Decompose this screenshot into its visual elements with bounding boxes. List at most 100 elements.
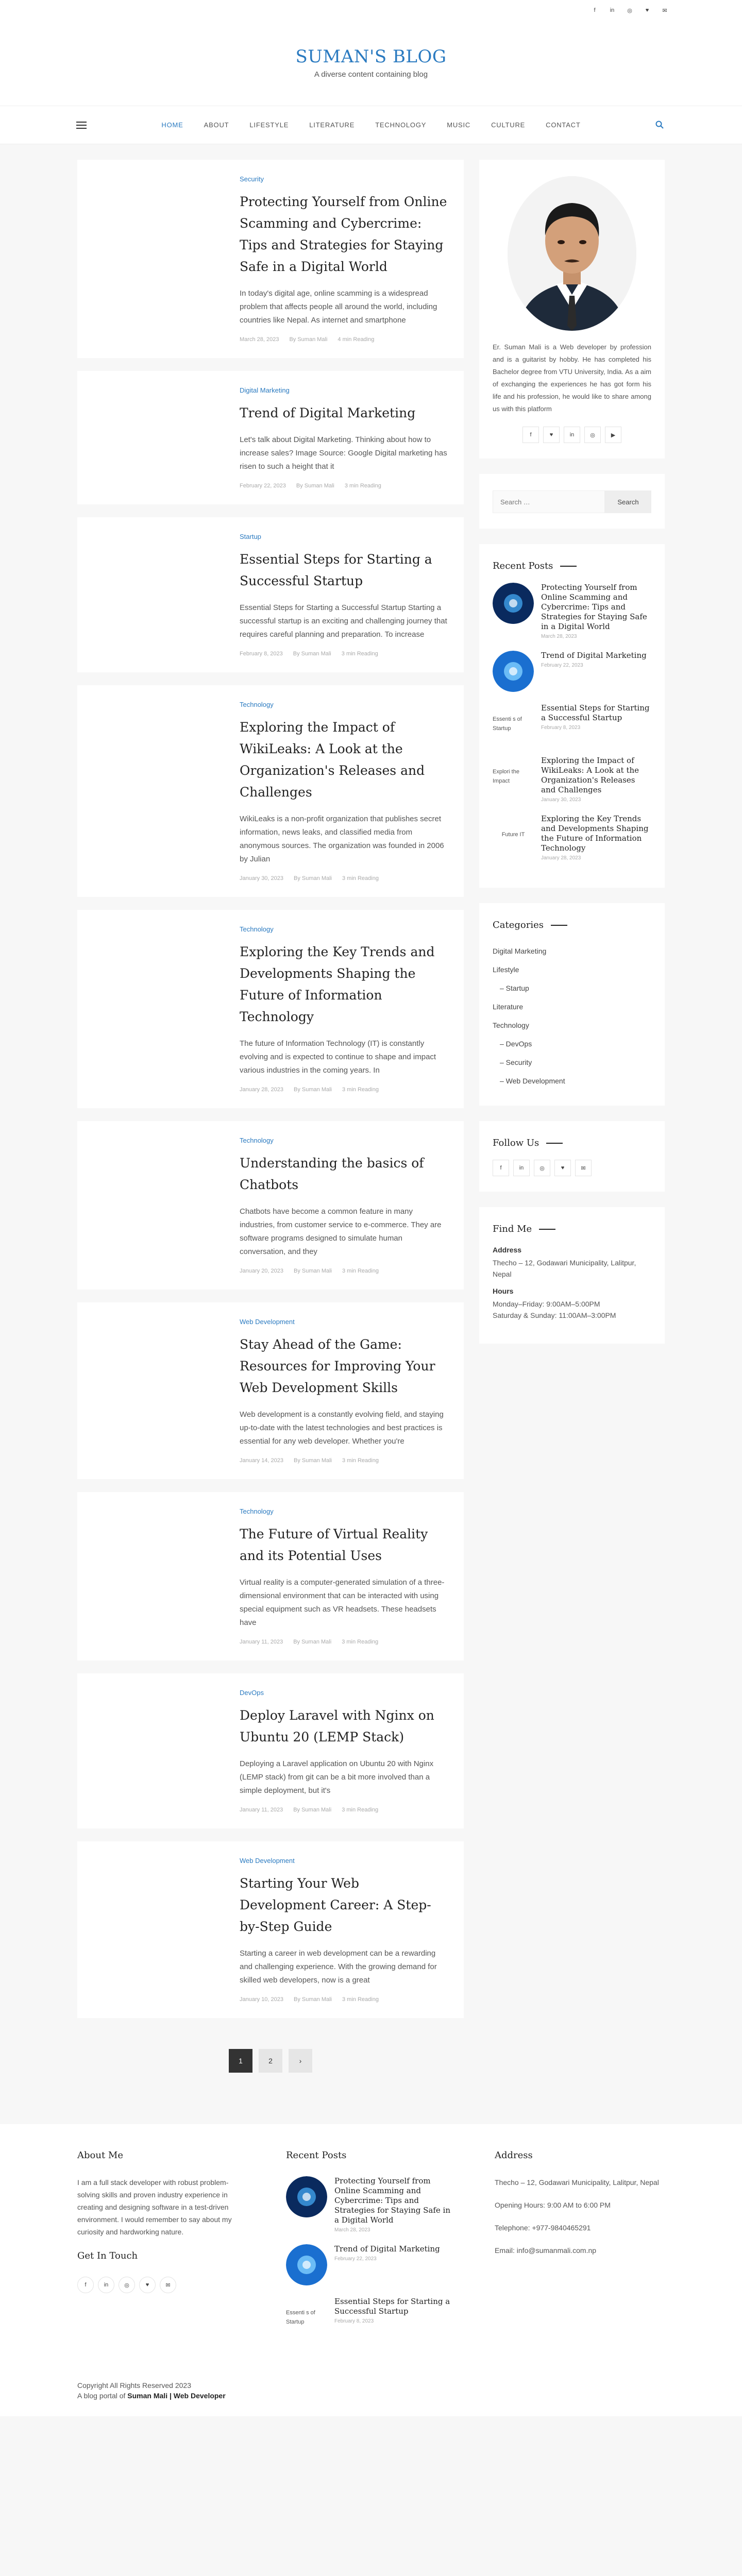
post-author[interactable]: By Suman Mali [293, 1639, 331, 1645]
nav-item-culture[interactable]: CULTURE [481, 121, 535, 129]
page-button-2[interactable]: 2 [259, 2049, 282, 2073]
post-category[interactable]: Technology [240, 701, 448, 708]
facebook-icon[interactable]: f [493, 1160, 509, 1176]
instagram-icon[interactable]: ◎ [534, 1160, 550, 1176]
recent-post-thumbnail[interactable] [286, 2176, 327, 2217]
post-category[interactable]: Digital Marketing [240, 386, 448, 394]
post-author[interactable]: By Suman Mali [294, 1087, 332, 1093]
nav-item-contact[interactable]: CONTACT [535, 121, 591, 129]
recent-post-thumbnail[interactable] [286, 2244, 327, 2285]
recent-post-thumbnail[interactable]: Essenti s of Startup [286, 2297, 327, 2338]
post-title[interactable]: Essential Steps for Starting a Successfu… [240, 549, 448, 592]
facebook-icon[interactable]: f [522, 427, 539, 443]
post-author[interactable]: By Suman Mali [294, 875, 332, 882]
post-category[interactable]: Technology [240, 1137, 448, 1144]
category-link[interactable]: – Security [493, 1053, 651, 1072]
post-thumbnail[interactable] [93, 386, 240, 489]
post-thumbnail[interactable] [93, 533, 240, 657]
youtube-icon[interactable]: ▶ [605, 427, 621, 443]
linkedin-icon[interactable]: in [513, 1160, 530, 1176]
post-category[interactable]: Web Development [240, 1857, 448, 1865]
twitter-icon[interactable]: ♥ [642, 5, 652, 15]
post-author[interactable]: By Suman Mali [294, 1996, 332, 2003]
page-button-1[interactable]: 1 [229, 2049, 252, 2073]
post-title[interactable]: Deploy Laravel with Nginx on Ubuntu 20 (… [240, 1705, 448, 1748]
post-category[interactable]: Security [240, 175, 448, 183]
post-author[interactable]: By Suman Mali [294, 1268, 332, 1274]
nav-item-technology[interactable]: TECHNOLOGY [365, 121, 436, 129]
recent-post-title[interactable]: Trend of Digital Marketing [541, 651, 647, 660]
category-link[interactable]: – DevOps [493, 1035, 651, 1053]
post-category[interactable]: Startup [240, 533, 448, 540]
twitter-icon[interactable]: ♥ [543, 427, 560, 443]
post-title[interactable]: Protecting Yourself from Online Scamming… [240, 191, 448, 278]
post-author[interactable]: By Suman Mali [293, 1807, 331, 1813]
mail-icon[interactable]: ✉ [160, 2277, 176, 2293]
recent-post-thumbnail[interactable]: Future IT [493, 814, 534, 855]
post-thumbnail[interactable] [93, 175, 240, 343]
post-title[interactable]: The Future of Virtual Reality and its Po… [240, 1523, 448, 1567]
post-title[interactable]: Understanding the basics of Chatbots [240, 1153, 448, 1196]
search-icon[interactable] [655, 121, 664, 129]
recent-post-title[interactable]: Exploring the Key Trends and Development… [541, 814, 651, 853]
post-thumbnail[interactable] [93, 1857, 240, 2003]
post-author[interactable]: By Suman Mali [289, 336, 327, 343]
post-thumbnail[interactable] [93, 925, 240, 1093]
category-link[interactable]: – Startup [493, 979, 651, 997]
linkedin-icon[interactable]: in [98, 2277, 114, 2293]
recent-post-title[interactable]: Essential Steps for Starting a Successfu… [334, 2297, 456, 2316]
recent-post-thumbnail[interactable]: Explori the Impact [493, 756, 534, 797]
post-author[interactable]: By Suman Mali [293, 651, 331, 657]
post-thumbnail[interactable] [93, 1507, 240, 1645]
recent-post-thumbnail[interactable] [493, 651, 534, 692]
recent-post-title[interactable]: Protecting Yourself from Online Scamming… [334, 2176, 456, 2225]
post-category[interactable]: Technology [240, 925, 448, 933]
post-title[interactable]: Exploring the Impact of WikiLeaks: A Loo… [240, 717, 448, 803]
post-category[interactable]: DevOps [240, 1689, 448, 1697]
recent-post-thumbnail[interactable] [493, 583, 534, 624]
post-author[interactable]: By Suman Mali [296, 483, 334, 489]
hamburger-menu-icon[interactable] [76, 122, 87, 131]
post-category[interactable]: Technology [240, 1507, 448, 1515]
recent-post-title[interactable]: Protecting Yourself from Online Scamming… [541, 583, 651, 632]
post-thumbnail[interactable] [93, 1318, 240, 1464]
instagram-icon[interactable]: ◎ [119, 2277, 135, 2293]
mail-icon[interactable]: ✉ [575, 1160, 592, 1176]
mail-icon[interactable]: ✉ [660, 5, 670, 15]
recent-post-title[interactable]: Exploring the Impact of WikiLeaks: A Loo… [541, 756, 651, 795]
post-thumbnail[interactable] [93, 701, 240, 882]
category-link[interactable]: Digital Marketing [493, 942, 651, 960]
instagram-icon[interactable]: ◎ [625, 5, 635, 15]
nav-item-literature[interactable]: LITERATURE [299, 121, 365, 129]
nav-item-about[interactable]: ABOUT [194, 121, 240, 129]
category-link[interactable]: – Web Development [493, 1072, 651, 1090]
search-button[interactable]: Search [605, 490, 651, 513]
post-thumbnail[interactable] [93, 1689, 240, 1813]
recent-post-title[interactable]: Essential Steps for Starting a Successfu… [541, 703, 651, 723]
nav-item-lifestyle[interactable]: LIFESTYLE [239, 121, 299, 129]
site-title[interactable]: SUMAN'S BLOG [0, 21, 742, 67]
post-thumbnail[interactable] [93, 1137, 240, 1274]
post-title[interactable]: Exploring the Key Trends and Development… [240, 941, 448, 1028]
next-page-button[interactable]: › [289, 2049, 312, 2073]
instagram-icon[interactable]: ◎ [584, 427, 601, 443]
post-title[interactable]: Stay Ahead of the Game: Resources for Im… [240, 1334, 448, 1399]
linkedin-icon[interactable]: in [607, 5, 617, 15]
category-link[interactable]: Lifestyle [493, 960, 651, 979]
facebook-icon[interactable]: f [589, 5, 600, 15]
portal-author-link[interactable]: Suman Mali | Web Developer [127, 2392, 225, 2400]
recent-post-title[interactable]: Trend of Digital Marketing [334, 2244, 440, 2254]
category-link[interactable]: Literature [493, 997, 651, 1016]
post-title[interactable]: Trend of Digital Marketing [240, 402, 448, 424]
category-link[interactable]: Technology [493, 1016, 651, 1035]
nav-item-music[interactable]: MUSIC [436, 121, 481, 129]
recent-post-thumbnail[interactable]: Essenti s of Startup [493, 703, 534, 744]
post-title[interactable]: Starting Your Web Development Career: A … [240, 1873, 448, 1938]
post-category[interactable]: Web Development [240, 1318, 448, 1326]
twitter-icon[interactable]: ♥ [139, 2277, 156, 2293]
linkedin-icon[interactable]: in [564, 427, 580, 443]
search-input[interactable] [493, 490, 605, 513]
nav-item-home[interactable]: HOME [151, 121, 193, 129]
post-author[interactable]: By Suman Mali [294, 1458, 332, 1464]
twitter-icon[interactable]: ♥ [554, 1160, 571, 1176]
